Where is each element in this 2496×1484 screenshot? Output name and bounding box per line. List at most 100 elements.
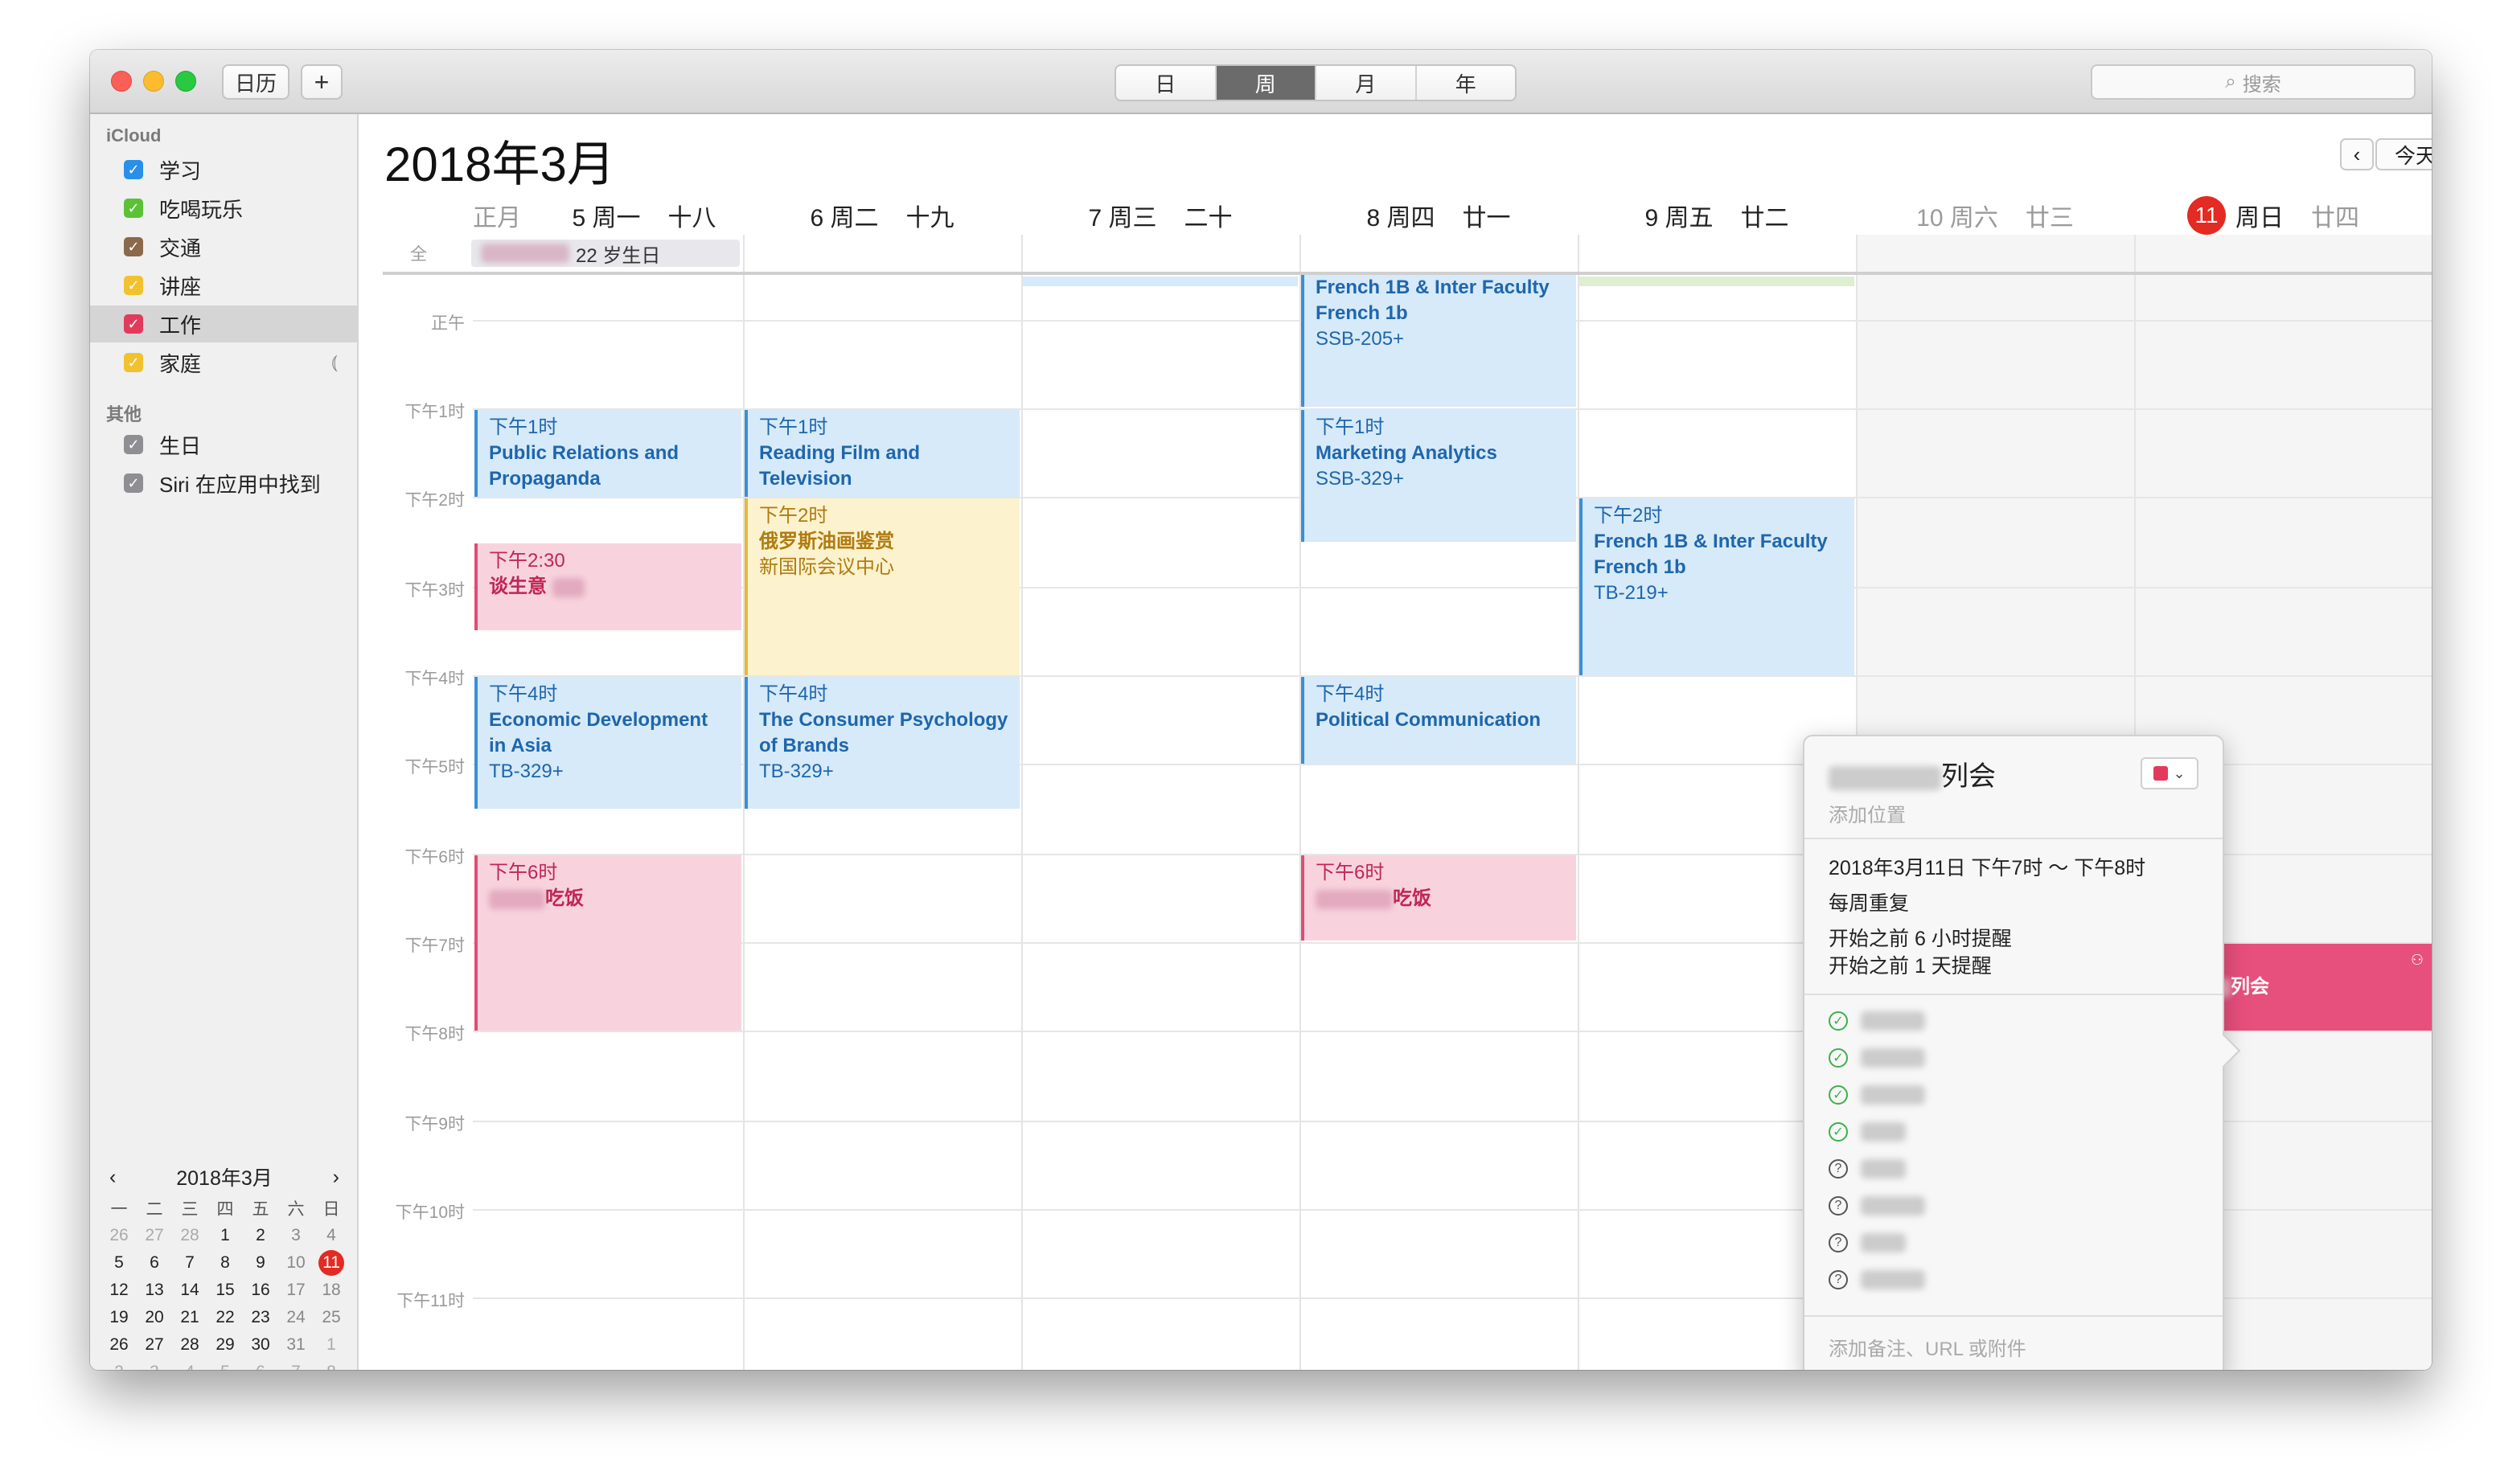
mini-calendar-day[interactable]: 19 [101,1304,137,1331]
chevron-right-icon[interactable]: › [333,1166,339,1189]
mini-calendar-day[interactable]: 21 [172,1304,207,1331]
event-mon-pr[interactable]: 下午1时 Public Relations and Propaganda [474,410,741,497]
mini-calendar-day[interactable]: 8 [207,1249,243,1277]
event-alert-1[interactable]: 开始之前 6 小时提醒 [1829,923,2012,952]
attendee-row[interactable]: ✓ [1829,1085,1925,1105]
mini-calendar-day[interactable]: 28 [172,1331,207,1359]
calendar-item-family[interactable]: ✓ 家庭 ⦅ [90,344,359,381]
view-month-tab[interactable]: 月 [1315,66,1415,100]
mini-calendar-day[interactable]: 2 [101,1359,137,1370]
mini-calendar-day[interactable]: 27 [137,1222,172,1249]
day-header-tue[interactable]: 6 周二 十九 [743,198,1021,233]
mini-calendar-day[interactable]: 9 [243,1249,278,1277]
mini-calendar-day[interactable]: 12 [101,1277,137,1304]
mini-calendar-day[interactable]: 13 [137,1277,172,1304]
mini-calendar-day[interactable]: 20 [137,1304,172,1331]
calendar-item-study[interactable]: ✓ 学习 [90,151,359,188]
today-button[interactable]: 今天 [2375,138,2432,170]
mini-calendar-day[interactable]: 4 [314,1222,349,1249]
mini-calendar-day[interactable]: 22 [207,1304,243,1331]
event-mon-dinner[interactable]: 下午6时 吃饭 [474,855,741,1031]
mini-calendar-day[interactable]: 31 [278,1331,314,1359]
attendee-row[interactable]: ? [1829,1159,1906,1179]
attendee-row[interactable]: ? [1829,1233,1906,1252]
mini-calendar-day[interactable]: 18 [314,1277,349,1304]
mini-calendar-day[interactable]: 3 [137,1359,172,1370]
popover-title[interactable]: 列会 [1829,754,1996,793]
checkbox-icon[interactable]: ✓ [124,473,143,493]
mini-calendar-day[interactable]: 10 [278,1249,314,1277]
mini-calendar-day[interactable]: 7 [278,1359,314,1370]
view-week-tab[interactable]: 周 [1214,66,1315,100]
checkbox-icon[interactable]: ✓ [124,199,143,218]
morning-event-strip[interactable] [1579,277,1854,286]
day-header-sat[interactable]: 10 周六 廿三 [1856,198,2134,233]
calendar-color-picker[interactable]: ⌄ [2141,757,2198,789]
mini-calendar-day[interactable]: 14 [172,1277,207,1304]
checkbox-icon[interactable]: ✓ [124,435,143,454]
add-event-button[interactable]: + [301,64,343,100]
mini-calendar-day[interactable]: 15 [207,1277,243,1304]
mini-calendar-day[interactable]: 24 [278,1304,314,1331]
checkbox-icon[interactable]: ✓ [124,353,143,372]
mini-calendar-day[interactable]: 8 [314,1359,349,1370]
calendar-item-lecture[interactable]: ✓ 讲座 [90,267,359,304]
mini-calendar-day[interactable]: 23 [243,1304,278,1331]
event-mon-econ[interactable]: 下午4时 Economic Development in Asia TB-329… [474,677,741,809]
event-thu-marketing[interactable]: 下午1时 Marketing Analytics SSB-329+ [1301,410,1576,542]
calendars-button[interactable]: 日历 [222,64,289,100]
attendee-row[interactable]: ✓ [1829,1122,1906,1142]
mini-calendar-day[interactable]: 25 [314,1304,349,1331]
chevron-left-icon[interactable]: ‹ [109,1166,116,1189]
mini-calendar-day[interactable]: 4 [172,1359,207,1370]
checkbox-icon[interactable]: ✓ [124,314,143,334]
mini-calendar-day[interactable]: 3 [278,1222,314,1249]
birthday-allday-event[interactable]: 22 岁生日 [471,240,740,267]
mini-calendar-day[interactable]: 26 [101,1331,137,1359]
calendar-item-fun[interactable]: ✓ 吃喝玩乐 [90,190,359,227]
checkbox-icon[interactable]: ✓ [124,160,143,179]
location-field[interactable]: 添加位置 [1829,799,1906,827]
attendee-row[interactable]: ? [1829,1196,1925,1215]
mini-calendar-day[interactable]: 29 [207,1331,243,1359]
checkbox-icon[interactable]: ✓ [124,276,143,295]
mini-calendar-day[interactable]: 16 [243,1277,278,1304]
mini-calendar-day[interactable]: 7 [172,1249,207,1277]
day-header-thu[interactable]: 8 周四 廿一 [1299,198,1578,233]
calendar-item-siri[interactable]: ✓ Siri 在应用中找到 [90,465,359,502]
mini-calendar-day[interactable]: 6 [243,1359,278,1370]
mini-calendar-day[interactable]: 1 [207,1222,243,1249]
event-mon-business[interactable]: 下午2:30 谈生意 [474,543,741,630]
mini-calendar-day[interactable]: 27 [137,1331,172,1359]
mini-calendar-day[interactable]: 26 [101,1222,137,1249]
zoom-button[interactable] [175,71,196,92]
prev-week-button[interactable]: ‹ [2340,138,2374,170]
event-alert-2[interactable]: 开始之前 1 天提醒 [1829,950,1992,979]
mini-calendar-day[interactable]: 17 [278,1277,314,1304]
close-button[interactable] [111,71,132,92]
mini-calendar-day[interactable]: 2 [243,1222,278,1249]
view-year-tab[interactable]: 年 [1414,66,1516,100]
mini-calendar-day[interactable]: 5 [101,1249,137,1277]
mini-calendar-day[interactable]: 6 [137,1249,172,1277]
event-thu-french[interactable]: French 1B & Inter Faculty French 1b SSB-… [1301,275,1576,407]
day-header-fri[interactable]: 9 周五 廿二 [1578,198,1856,233]
event-thu-political[interactable]: 下午4时 Political Communication [1301,677,1576,764]
view-day-tab[interactable]: 日 [1116,66,1215,100]
event-tue-psych[interactable]: 下午4时 The Consumer Psychology of Brands T… [745,677,1020,809]
event-tue-oil-painting[interactable]: 下午2时 俄罗斯油画鉴赏 新国际会议中心 [745,498,1020,675]
attendee-row[interactable]: ✓ [1829,1048,1925,1068]
attendee-row[interactable]: ✓ [1829,1011,1925,1031]
checkbox-icon[interactable]: ✓ [124,237,143,256]
calendar-item-transport[interactable]: ✓ 交通 [90,228,359,265]
event-tue-film[interactable]: 下午1时 Reading Film and Television [745,410,1020,497]
day-header-mon[interactable]: 5 周一 十八 [545,198,743,233]
mini-calendar-day[interactable]: 11 [314,1249,349,1277]
day-header-sun[interactable]: 11 周日 廿四 [2134,196,2412,235]
event-repeat[interactable]: 每周重复 [1829,888,1909,916]
calendar-item-work[interactable]: ✓ 工作 [90,305,359,342]
event-thu-dinner[interactable]: 下午6时 吃饭 [1301,855,1576,941]
notes-field[interactable]: 添加备注、URL 或附件 [1829,1333,2026,1361]
calendar-item-birthdays[interactable]: ✓ 生日 [90,426,359,463]
event-fri-french[interactable]: 下午2时 French 1B & Inter Faculty French 1b… [1579,498,1854,675]
